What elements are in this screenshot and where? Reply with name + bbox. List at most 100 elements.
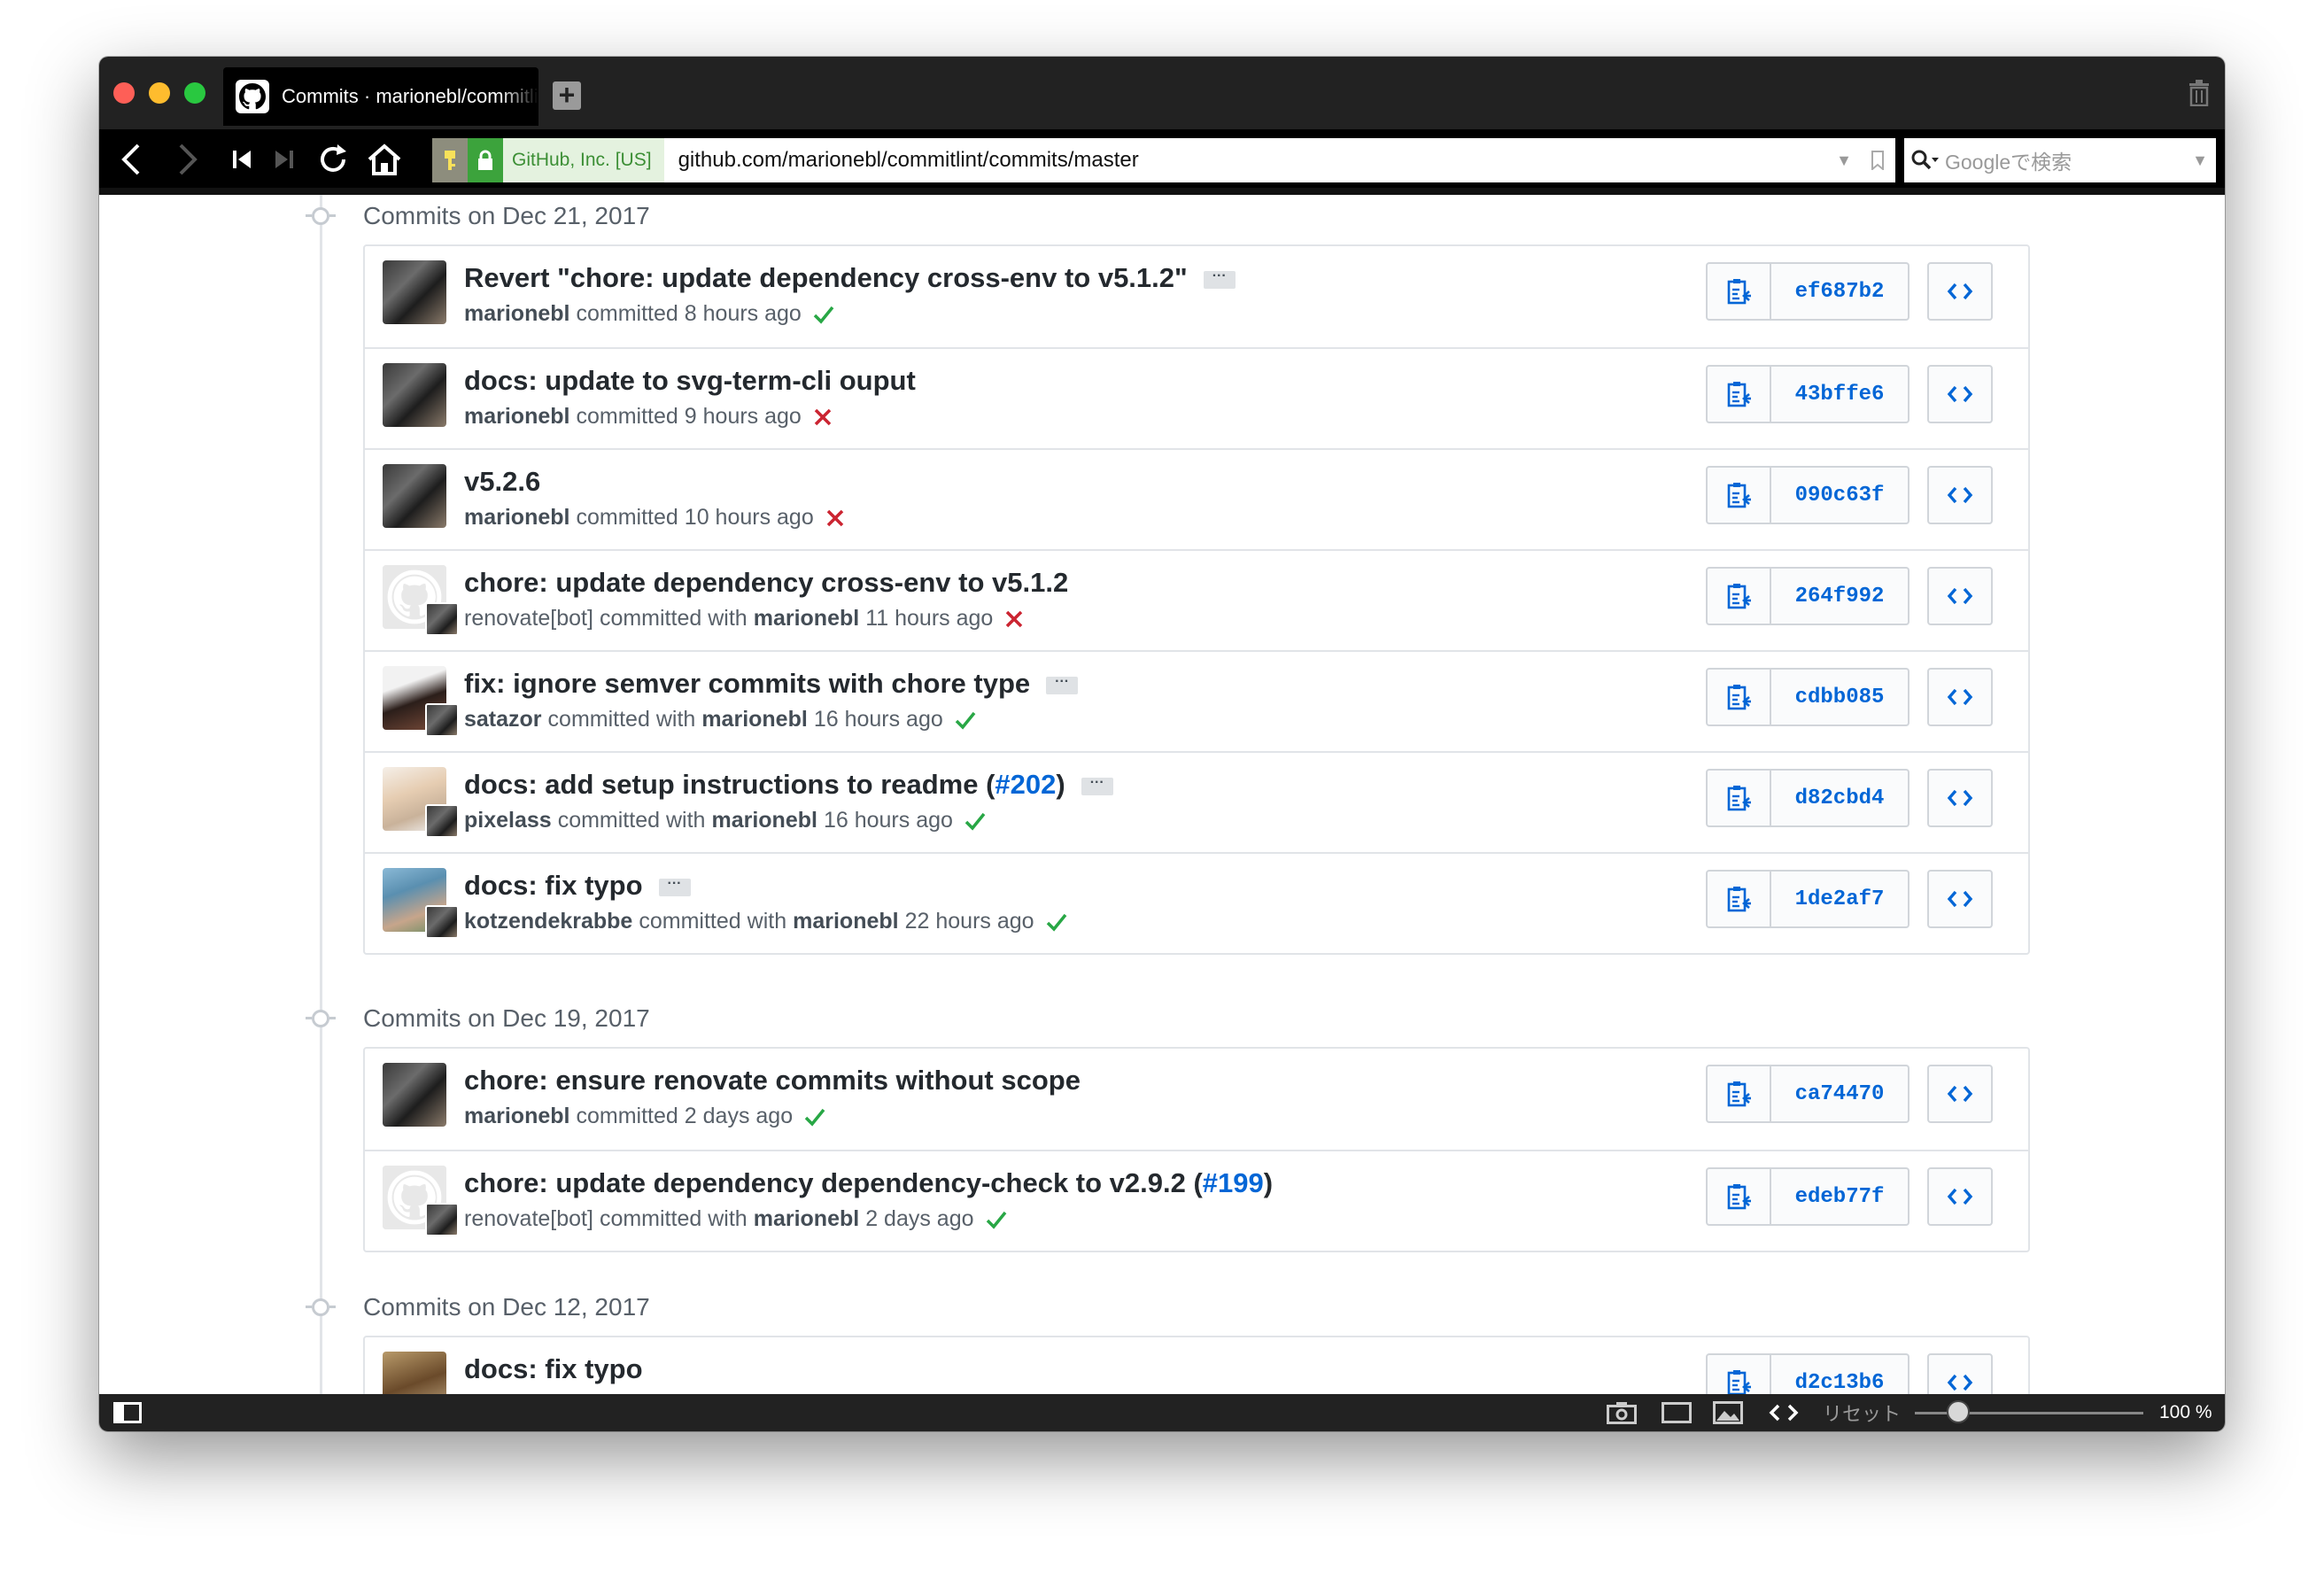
commit-message-text[interactable]: chore: update dependency cross-env to v5… bbox=[464, 567, 1068, 598]
commit-message[interactable]: chore: ensure renovate commits without s… bbox=[464, 1065, 1081, 1096]
author-name[interactable]: renovate[bot] bbox=[464, 606, 593, 632]
author-name[interactable]: satazor bbox=[464, 707, 542, 732]
search-bar[interactable]: Googleで検索 ▼ bbox=[1904, 138, 2216, 182]
zoom-reset-button[interactable]: リセット bbox=[1823, 1400, 1901, 1425]
copy-sha-button[interactable] bbox=[1706, 567, 1771, 625]
image-icon[interactable] bbox=[1713, 1400, 1743, 1425]
copy-sha-button[interactable] bbox=[1706, 1065, 1771, 1123]
browse-files-button[interactable] bbox=[1927, 365, 1993, 423]
author-name[interactable]: pixelass bbox=[464, 808, 552, 833]
expand-message-button[interactable]: ··· bbox=[1081, 775, 1113, 795]
commit-message-text[interactable]: chore: ensure renovate commits without s… bbox=[464, 1065, 1081, 1096]
expand-message-button[interactable]: ··· bbox=[1046, 674, 1079, 694]
pull-request-link[interactable]: #202 bbox=[995, 769, 1056, 800]
check-icon[interactable] bbox=[964, 811, 986, 831]
committer-avatar[interactable] bbox=[425, 703, 459, 737]
code-icon[interactable] bbox=[1768, 1400, 1800, 1425]
copy-sha-button[interactable] bbox=[1706, 466, 1771, 524]
commit-sha-link[interactable]: edeb77f bbox=[1771, 1167, 1910, 1226]
commit-message[interactable]: Revert "chore: update dependency cross-e… bbox=[464, 262, 1236, 294]
author-name[interactable]: kotzendekrabbe bbox=[464, 909, 632, 934]
author-name[interactable]: marionebl bbox=[464, 404, 569, 430]
trash-icon[interactable] bbox=[2188, 80, 2211, 111]
browse-files-button[interactable] bbox=[1927, 668, 1993, 726]
x-icon[interactable] bbox=[825, 508, 845, 528]
commit-message[interactable]: docs: fix typo ··· bbox=[464, 870, 691, 902]
committer-name[interactable]: marionebl bbox=[793, 909, 898, 934]
commit-message-text[interactable]: fix: ignore semver commits with chore ty… bbox=[464, 668, 1030, 699]
browse-files-button[interactable] bbox=[1927, 1167, 1993, 1226]
browse-files-button[interactable] bbox=[1927, 1353, 1993, 1394]
commit-message[interactable]: chore: update dependency cross-env to v5… bbox=[464, 567, 1068, 599]
check-icon[interactable] bbox=[986, 1210, 1007, 1229]
author-avatar[interactable] bbox=[383, 1352, 446, 1394]
author-name[interactable]: marionebl bbox=[464, 505, 569, 531]
url-text[interactable]: github.com/marionebl/commitlint/commits/… bbox=[678, 148, 1828, 173]
commit-message-text[interactable]: docs: fix typo bbox=[464, 870, 643, 901]
browse-files-button[interactable] bbox=[1927, 870, 1993, 928]
back-button[interactable] bbox=[112, 140, 151, 179]
tab-commits[interactable]: Commits · marionebl/commitlint bbox=[223, 67, 538, 126]
url-dropdown-icon[interactable]: ▼ bbox=[1828, 151, 1860, 170]
author-avatar[interactable] bbox=[383, 464, 446, 528]
commit-message[interactable]: docs: fix typo bbox=[464, 1353, 643, 1385]
author-avatar[interactable] bbox=[383, 1063, 446, 1127]
browse-files-button[interactable] bbox=[1927, 769, 1993, 827]
check-icon[interactable] bbox=[804, 1107, 825, 1127]
address-bar[interactable]: GitHub, Inc. [US] github.com/marionebl/c… bbox=[432, 138, 1895, 182]
commit-message-text[interactable]: v5.2.6 bbox=[464, 466, 540, 497]
commit-message-text[interactable]: docs: update to svg-term-cli ouput bbox=[464, 365, 916, 396]
commit-sha-link[interactable]: ef687b2 bbox=[1771, 262, 1910, 321]
commit-message-text[interactable]: docs: add setup instructions to readme ( bbox=[464, 769, 995, 800]
bookmark-icon[interactable] bbox=[1860, 151, 1895, 170]
browse-files-button[interactable] bbox=[1927, 567, 1993, 625]
commit-sha-link[interactable]: 1de2af7 bbox=[1771, 870, 1910, 928]
committer-name[interactable]: marionebl bbox=[754, 606, 859, 632]
committer-name[interactable]: marionebl bbox=[701, 707, 807, 732]
panel-toggle-icon[interactable] bbox=[113, 1400, 142, 1425]
commit-message[interactable]: v5.2.6 bbox=[464, 466, 540, 498]
author-name[interactable]: renovate[bot] bbox=[464, 1206, 593, 1232]
copy-sha-button[interactable] bbox=[1706, 870, 1771, 928]
x-icon[interactable] bbox=[1004, 609, 1024, 629]
reload-icon[interactable] bbox=[314, 140, 352, 179]
expand-message-button[interactable]: ··· bbox=[1203, 268, 1236, 289]
browse-files-button[interactable] bbox=[1927, 262, 1993, 321]
committer-name[interactable]: marionebl bbox=[711, 808, 817, 833]
new-tab-button[interactable]: + bbox=[553, 81, 581, 110]
key-icon[interactable] bbox=[432, 138, 468, 182]
camera-icon[interactable] bbox=[1607, 1400, 1637, 1425]
browse-files-button[interactable] bbox=[1927, 1065, 1993, 1123]
search-input[interactable]: Googleで検索 bbox=[1945, 145, 2184, 175]
commit-sha-link[interactable]: 264f992 bbox=[1771, 567, 1910, 625]
commit-message-text[interactable]: docs: fix typo bbox=[464, 1353, 643, 1384]
tile-icon[interactable] bbox=[1662, 1400, 1692, 1425]
check-icon[interactable] bbox=[955, 710, 976, 730]
commit-sha-link[interactable]: cdbb085 bbox=[1771, 668, 1910, 726]
commit-message[interactable]: chore: update dependency dependency-chec… bbox=[464, 1167, 1273, 1199]
copy-sha-button[interactable] bbox=[1706, 769, 1771, 827]
home-icon[interactable] bbox=[365, 140, 404, 179]
lock-icon[interactable] bbox=[468, 138, 503, 182]
author-name[interactable]: marionebl bbox=[464, 301, 569, 327]
commit-sha-link[interactable]: d82cbd4 bbox=[1771, 769, 1910, 827]
commit-message[interactable]: fix: ignore semver commits with chore ty… bbox=[464, 668, 1079, 700]
author-avatar[interactable] bbox=[383, 260, 446, 324]
copy-sha-button[interactable] bbox=[1706, 1353, 1771, 1394]
copy-sha-button[interactable] bbox=[1706, 1167, 1771, 1226]
commit-message-text[interactable]: Revert "chore: update dependency cross-e… bbox=[464, 262, 1188, 293]
zoom-window-button[interactable] bbox=[184, 82, 205, 104]
committer-name[interactable]: marionebl bbox=[754, 1206, 859, 1232]
author-avatar[interactable] bbox=[383, 363, 446, 427]
minimize-window-button[interactable] bbox=[149, 82, 170, 104]
x-icon[interactable] bbox=[813, 407, 833, 427]
search-engine-dropdown-icon[interactable]: ▼ bbox=[2184, 151, 2216, 170]
copy-sha-button[interactable] bbox=[1706, 668, 1771, 726]
committer-avatar[interactable] bbox=[425, 905, 459, 939]
close-window-button[interactable] bbox=[113, 82, 135, 104]
commit-sha-link[interactable]: ca74470 bbox=[1771, 1065, 1910, 1123]
committer-avatar[interactable] bbox=[425, 804, 459, 838]
copy-sha-button[interactable] bbox=[1706, 262, 1771, 321]
expand-message-button[interactable]: ··· bbox=[658, 876, 691, 896]
committer-avatar[interactable] bbox=[425, 1203, 459, 1236]
